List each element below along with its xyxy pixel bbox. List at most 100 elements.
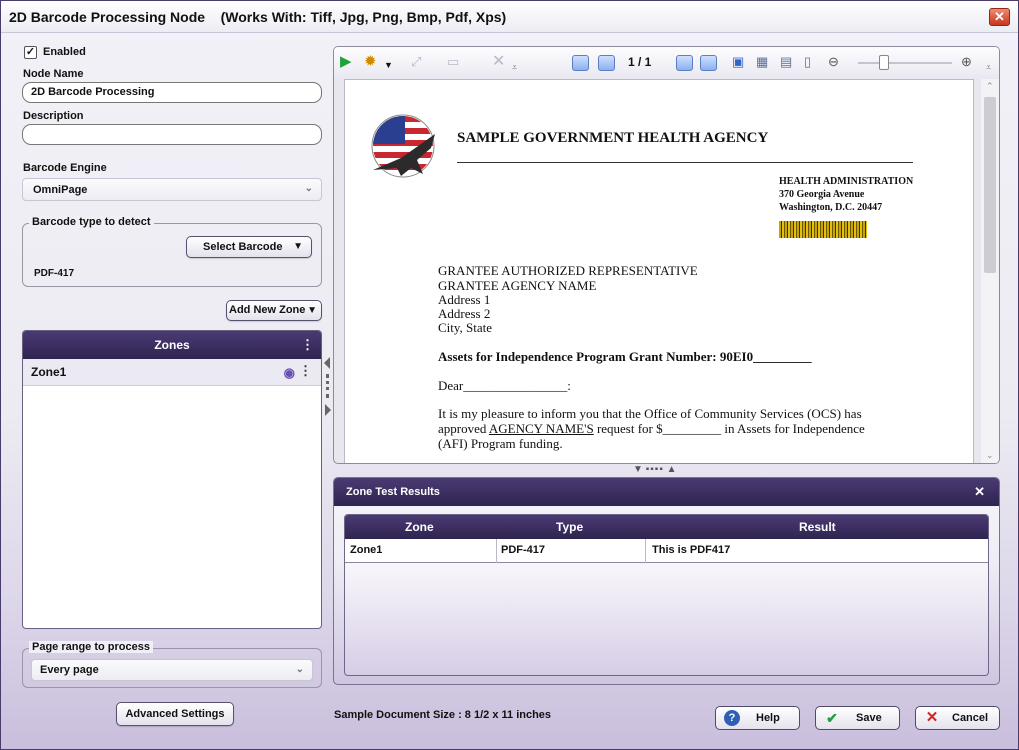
results-table: Zone Type Result Zone1 PDF-417 This is P… <box>344 514 989 676</box>
node-name-label: Node Name <box>23 68 84 80</box>
zoom-out-icon[interactable]: ⊖ <box>828 54 839 70</box>
enabled-checkbox[interactable]: ✓ <box>24 46 37 59</box>
add-new-zone-label: Add New Zone <box>229 304 306 316</box>
play-icon[interactable]: ▶ <box>340 54 352 70</box>
column-header-zone[interactable]: Zone <box>405 520 434 534</box>
viewer-toolbar: ▶ ✹ ▼ ⤢ ▭ ✕ ⩡ 1 / 1 ▣ ▦ ▤ ▯ ⊖ ⊕ ⩡ <box>334 47 999 79</box>
next-page-icon[interactable] <box>676 55 693 71</box>
barcode-type-group: Barcode type to detect Select Barcode ▼ … <box>22 216 322 287</box>
agency-name-placeholder: AGENCY NAME'S <box>488 421 594 436</box>
close-window-button[interactable]: ✕ <box>989 8 1010 26</box>
cancel-icon: ✕ <box>925 709 939 726</box>
image-icon[interactable]: ▣ <box>732 54 744 70</box>
body-line-2-post: request for $_________ in Assets for Ind… <box>593 421 865 436</box>
addressee-line-5: City, State <box>438 320 493 335</box>
collapse-up-icon: ▲ <box>666 464 677 475</box>
splitter-grip-icon: ▪▪▪▪ <box>645 464 664 475</box>
barcode-engine-value: OmniPage <box>33 184 88 196</box>
delete-icon[interactable]: ✕ <box>492 54 505 70</box>
eye-icon[interactable]: ◉ <box>284 365 295 381</box>
viewer-scrollbar[interactable]: ⌃ ⌄ <box>981 79 999 463</box>
zone-name: Zone1 <box>31 365 67 379</box>
advanced-settings-button[interactable]: Advanced Settings <box>116 702 234 726</box>
agency-name: SAMPLE GOVERNMENT HEALTH AGENCY <box>457 130 769 146</box>
zone-tool-icon[interactable]: ⤢ <box>411 54 421 70</box>
panel-splitter[interactable] <box>324 357 332 417</box>
barcode-engine-select[interactable]: OmniPage ⌄ <box>22 178 322 201</box>
close-icon: ✕ <box>994 9 1005 24</box>
zones-header: Zones ⋮ <box>23 331 321 359</box>
help-label: Help <box>756 712 780 724</box>
column-header-type[interactable]: Type <box>556 520 583 534</box>
page-range-group: Page range to process Every page ⌄ <box>22 641 322 688</box>
select-barcode-button[interactable]: Select Barcode ▼ <box>186 236 312 258</box>
page-tool-icon[interactable]: ▭ <box>447 54 459 70</box>
splitter-grip-icon <box>326 374 329 398</box>
horizontal-splitter[interactable]: ▼ ▪▪▪▪ ▲ <box>633 464 677 475</box>
select-barcode-label: Select Barcode <box>203 241 283 253</box>
zones-title: Zones <box>154 338 190 352</box>
scrollbar-thumb[interactable] <box>984 97 996 273</box>
header-rule <box>457 162 913 163</box>
document-viewer: ▶ ✹ ▼ ⤢ ▭ ✕ ⩡ 1 / 1 ▣ ▦ ▤ ▯ ⊖ ⊕ ⩡ SAMPLE… <box>333 46 1000 464</box>
zone-row[interactable]: Zone1 ◉ ⋮ <box>23 359 321 386</box>
sample-document-size: Sample Document Size : 8 1/2 x 11 inches <box>334 709 552 721</box>
result-type: PDF-417 <box>501 544 546 556</box>
toolbar-overflow-icon[interactable]: ⩡ <box>986 59 991 75</box>
column-divider <box>645 539 646 563</box>
help-icon: ? <box>724 710 740 726</box>
help-button[interactable]: ? Help <box>715 706 800 730</box>
add-new-zone-button[interactable]: Add New Zone ▼ <box>226 300 322 321</box>
column-header-result[interactable]: Result <box>799 520 836 534</box>
results-header: Zone Test Results ✕ <box>334 478 999 506</box>
address-city: Washington, D.C. 20447 <box>779 202 883 213</box>
previous-page-icon[interactable] <box>598 55 615 71</box>
toolbar-overflow-icon[interactable]: ⩡ <box>512 59 517 75</box>
scroll-down-icon[interactable]: ⌄ <box>986 450 994 461</box>
page-range-select[interactable]: Every page ⌄ <box>31 659 313 681</box>
zoom-slider[interactable] <box>858 55 952 70</box>
salutation: Dear________________: <box>438 378 571 393</box>
grant-number-line: Assets for Independence Program Grant Nu… <box>438 349 812 364</box>
scroll-up-icon[interactable]: ⌃ <box>986 81 994 92</box>
save-button[interactable]: ✔ Save <box>815 706 900 730</box>
fit-width-icon[interactable]: ▤ <box>780 54 792 70</box>
title-bar: 2D Barcode Processing Node (Works With: … <box>1 1 1018 33</box>
chevron-down-icon: ⌄ <box>295 664 304 675</box>
works-with-text: (Works With: Tiff, Jpg, Png, Bmp, Pdf, X… <box>220 9 507 25</box>
zone-menu-icon[interactable]: ⋮ <box>299 363 312 379</box>
health-admin: HEALTH ADMINISTRATION <box>779 176 914 187</box>
fit-page-icon[interactable]: ▦ <box>756 54 768 70</box>
gear-icon[interactable]: ✹ <box>364 54 377 70</box>
page-range-value: Every page <box>40 664 99 676</box>
gear-dropdown-icon[interactable]: ▼ <box>384 57 393 73</box>
table-row[interactable]: Zone1 PDF-417 This is PDF417 <box>345 539 988 563</box>
barcode-type-legend: Barcode type to detect <box>29 216 154 228</box>
barcode-engine-label: Barcode Engine <box>23 162 107 174</box>
advanced-settings-label: Advanced Settings <box>125 708 225 720</box>
dropdown-arrow-icon: ▼ <box>307 305 317 316</box>
result-zone: Zone1 <box>350 544 383 556</box>
close-icon[interactable]: ✕ <box>974 478 985 506</box>
page-indicator: 1 / 1 <box>628 55 652 69</box>
column-divider <box>496 539 497 563</box>
zoom-in-icon[interactable]: ⊕ <box>961 54 972 70</box>
actual-size-icon[interactable]: ▯ <box>804 54 811 70</box>
collapse-left-icon <box>324 357 330 369</box>
agency-seal-icon <box>371 114 435 178</box>
pdf417-barcode <box>779 221 867 238</box>
last-page-icon[interactable] <box>700 55 717 71</box>
barcode-type-value: PDF-417 <box>34 268 75 279</box>
node-name-input[interactable]: 2D Barcode Processing <box>22 82 322 103</box>
page-range-legend: Page range to process <box>29 641 153 653</box>
body-line-2-pre: approved <box>438 421 489 436</box>
zones-menu-icon[interactable]: ⋮ <box>301 331 314 359</box>
first-page-icon[interactable] <box>572 55 589 71</box>
zoom-slider-thumb[interactable] <box>879 55 889 70</box>
description-input[interactable] <box>22 124 322 145</box>
cancel-label: Cancel <box>952 712 989 724</box>
zones-panel: Zones ⋮ Zone1 ◉ ⋮ <box>22 330 322 629</box>
checkmark-icon: ✔ <box>826 710 838 726</box>
body-line-2: approved AGENCY NAME'S request for $____… <box>438 421 865 437</box>
cancel-button[interactable]: ✕ Cancel <box>915 706 1000 730</box>
